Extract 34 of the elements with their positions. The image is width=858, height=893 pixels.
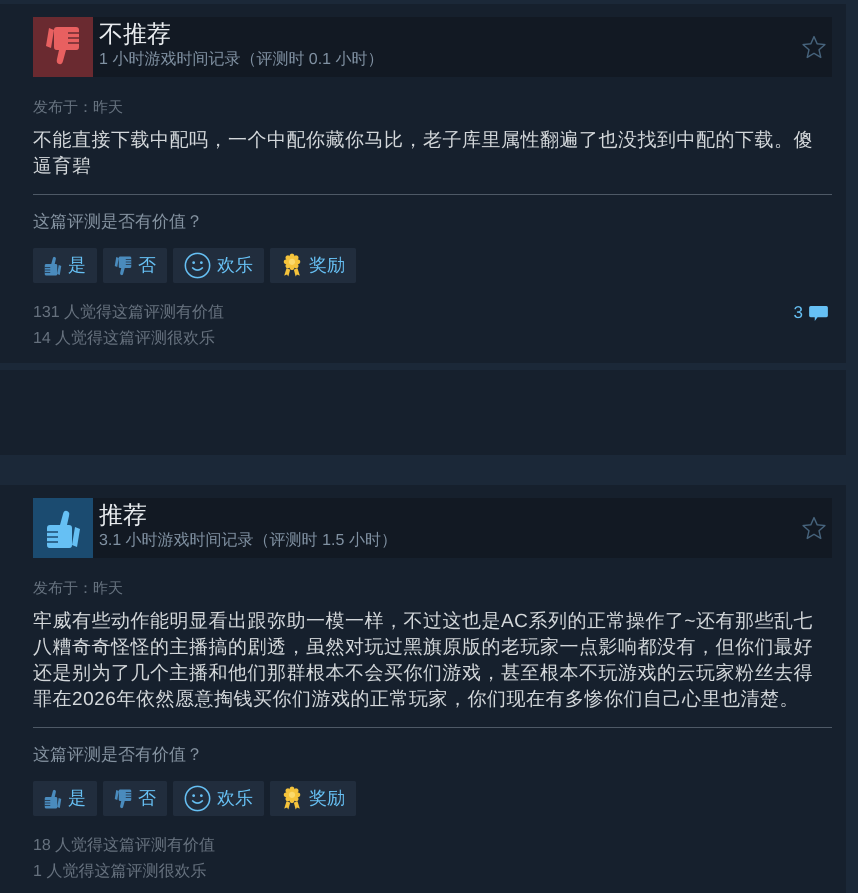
verdict-title: 推荐 [99, 502, 147, 530]
yes-button[interactable]: 是 [33, 781, 97, 816]
vote-summary: 1 人觉得这篇评测很欢乐 [33, 862, 206, 882]
award-button[interactable]: 奖励 [270, 248, 356, 283]
thumbs-down-icon [114, 256, 132, 276]
star-icon[interactable] [802, 516, 826, 540]
playtime-text: 1 小时游戏时间记录（评测时 0.1 小时） [99, 50, 384, 70]
vote-summary: 18 人觉得这篇评测有价值 [33, 836, 216, 856]
playtime-text: 3.1 小时游戏时间记录（评测时 1.5 小时） [99, 530, 397, 551]
helpful-question: 这篇评测是否有价值？ [33, 744, 203, 766]
smiley-icon [184, 785, 211, 812]
funny-button[interactable]: 欢乐 [173, 781, 264, 816]
posted-date: 发布于：昨天 [33, 579, 123, 599]
vote-summary: 14 人觉得这篇评测很欢乐 [33, 328, 216, 349]
funny-button[interactable]: 欢乐 [173, 248, 264, 283]
posted-date: 发布于：昨天 [33, 98, 123, 118]
smiley-icon [184, 252, 211, 279]
award-button[interactable]: 奖励 [270, 781, 356, 816]
thumbs-up-icon [44, 788, 62, 808]
yes-button[interactable]: 是 [33, 248, 97, 283]
award-icon [281, 786, 303, 811]
award-icon [281, 253, 303, 278]
star-icon[interactable] [802, 35, 826, 59]
no-button[interactable]: 否 [103, 781, 167, 816]
thumbs-down-icon [114, 788, 132, 808]
review-text: 牢威有些动作能明显看出跟弥助一模一样，不过这也是AC系列的正常操作了~还有那些乱七八糟奇奇怪怪的主播搞的剧透，虽然对玩过黑旗原版的老玩家一点影响都没有，但你们最好还是别为了几个主播和他们那群根本不会买你们游戏，甚至根本不玩游戏的云玩家粉丝去得罪在2026年依然愿意掏钱买你们游戏的正常玩家，你们现在有多惨你们自己心里也清楚。 [33, 610, 814, 712]
thumbs-up-icon [44, 256, 62, 276]
speech-bubble-icon [809, 306, 828, 320]
helpful-question: 这篇评测是否有价值？ [33, 211, 203, 233]
review-text: 不能直接下载中配吗，一个中配你藏你马比，老子库里属性翻遍了也没找到中配的下载。傻逼育碧 [33, 129, 814, 179]
vote-summary: 131 人觉得这篇评测有价值 [33, 302, 224, 323]
verdict-title: 不推荐 [99, 21, 171, 49]
comments-link[interactable]: 3 [794, 300, 828, 326]
no-button[interactable]: 否 [103, 248, 167, 283]
